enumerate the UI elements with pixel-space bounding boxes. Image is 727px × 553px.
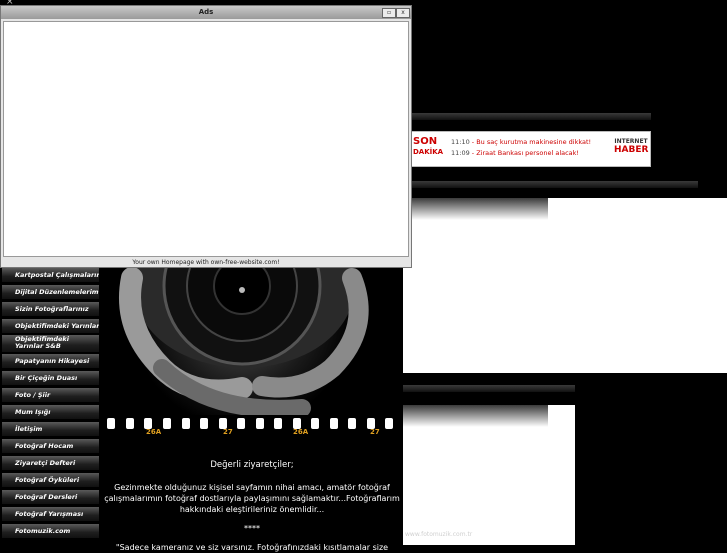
sidebar-item[interactable]: Fotoğraf Dersleri <box>2 490 99 505</box>
welcome-text: Değerli ziyaretçiler; Gezinmekte olduğun… <box>102 460 402 553</box>
sidebar-item[interactable]: Fotoğraf Hocam <box>2 439 99 454</box>
sidebar-item[interactable]: Mum Işığı <box>2 405 99 420</box>
quote: "Sadece kameranız ve siz varsınız. Fotoğ… <box>115 543 389 552</box>
news-headline[interactable]: Bu saç kurutma makinesine dikkat! <box>476 138 591 146</box>
sidebar-item[interactable]: Dijital Düzenlemelerim <box>2 285 99 300</box>
close-button[interactable]: x <box>396 8 410 18</box>
sidebar-item[interactable]: Foto / Şiir <box>2 388 99 403</box>
logo-text-top: INTERNET <box>614 138 648 145</box>
news-ticker[interactable]: SON DAKİKA 11:10 - Bu saç kurutma makine… <box>410 131 651 167</box>
logo-text-bottom: HABER <box>614 145 649 155</box>
film-frame-number: 26A <box>293 428 309 436</box>
sidebar-item[interactable]: Ziyaretçi Defteri <box>2 456 99 471</box>
separator: **** <box>244 524 260 533</box>
internet-haber-logo[interactable]: INTERNET HABER <box>614 138 648 155</box>
ads-titlebar[interactable]: Ads <box>1 6 411 19</box>
restore-button[interactable]: ▫ <box>382 8 396 18</box>
son-dakika-logo: SON <box>413 136 438 147</box>
sidebar-item[interactable]: Kartpostal Çalışmalarım <box>2 268 99 283</box>
ads-title: Ads <box>198 8 214 16</box>
news-item[interactable]: 11:10 - Bu saç kurutma makinesine dikkat… <box>451 138 591 146</box>
sidebar-item[interactable]: Objektifimdeki Yarınlar <box>2 319 99 334</box>
greeting: Değerli ziyaretçiler; <box>210 460 294 470</box>
sidebar-item[interactable]: Fotoğraf Öyküleri <box>2 473 99 488</box>
content-panel <box>403 198 727 373</box>
news-time: 11:09 <box>451 149 470 157</box>
ads-footer-link[interactable]: Your own Homepage with own-free-website.… <box>1 258 411 267</box>
son-dakika-logo-sub: DAKİKA <box>413 148 444 156</box>
intro-paragraph: Gezinmekte olduğunuz kişisel sayfamın ni… <box>104 483 400 514</box>
film-frame-number: 26A <box>146 428 162 436</box>
section-bar <box>412 181 698 188</box>
sidebar-item[interactable]: Bir Çiçeğin Duası <box>2 371 99 386</box>
ads-content-area[interactable] <box>3 21 409 257</box>
header-bar <box>412 113 651 120</box>
panel-header-gradient <box>403 198 548 220</box>
sidebar-item[interactable]: Sizin Fotoğraflarınız <box>2 302 99 317</box>
sidebar-item[interactable]: İletişim <box>2 422 99 437</box>
ads-popup-window[interactable]: Ads ▫ x Your own Homepage with own-free-… <box>0 5 412 268</box>
news-headline[interactable]: Ziraat Bankası personel alacak! <box>476 149 579 157</box>
camera-lens-illustration <box>119 268 369 415</box>
section-bar <box>403 385 575 392</box>
sidebar-item[interactable]: Objektifimdeki Yarınlar S&B <box>2 335 99 353</box>
sidebar-item[interactable]: Fotoğraf Yarışması <box>2 507 99 522</box>
film-strip: 26A 27 26A 27 <box>102 415 402 440</box>
camera-photo <box>102 268 402 415</box>
film-frame-number: 27 <box>223 428 233 436</box>
sidebar-item[interactable]: Papatyanın Hikayesi <box>2 354 99 369</box>
panel-header-gradient <box>403 405 548 427</box>
news-time: 11:10 <box>451 138 470 146</box>
panel-caption: www.fotomuzik.com.tr <box>405 531 473 538</box>
sidebar-nav: Kartpostal Çalışmalarım Dijital Düzenlem… <box>2 268 99 545</box>
sidebar-item[interactable]: Fotomuzik.com <box>2 524 99 539</box>
news-item[interactable]: 11:09 - Ziraat Bankası personel alacak! <box>451 149 579 157</box>
film-frame-number: 27 <box>370 428 380 436</box>
